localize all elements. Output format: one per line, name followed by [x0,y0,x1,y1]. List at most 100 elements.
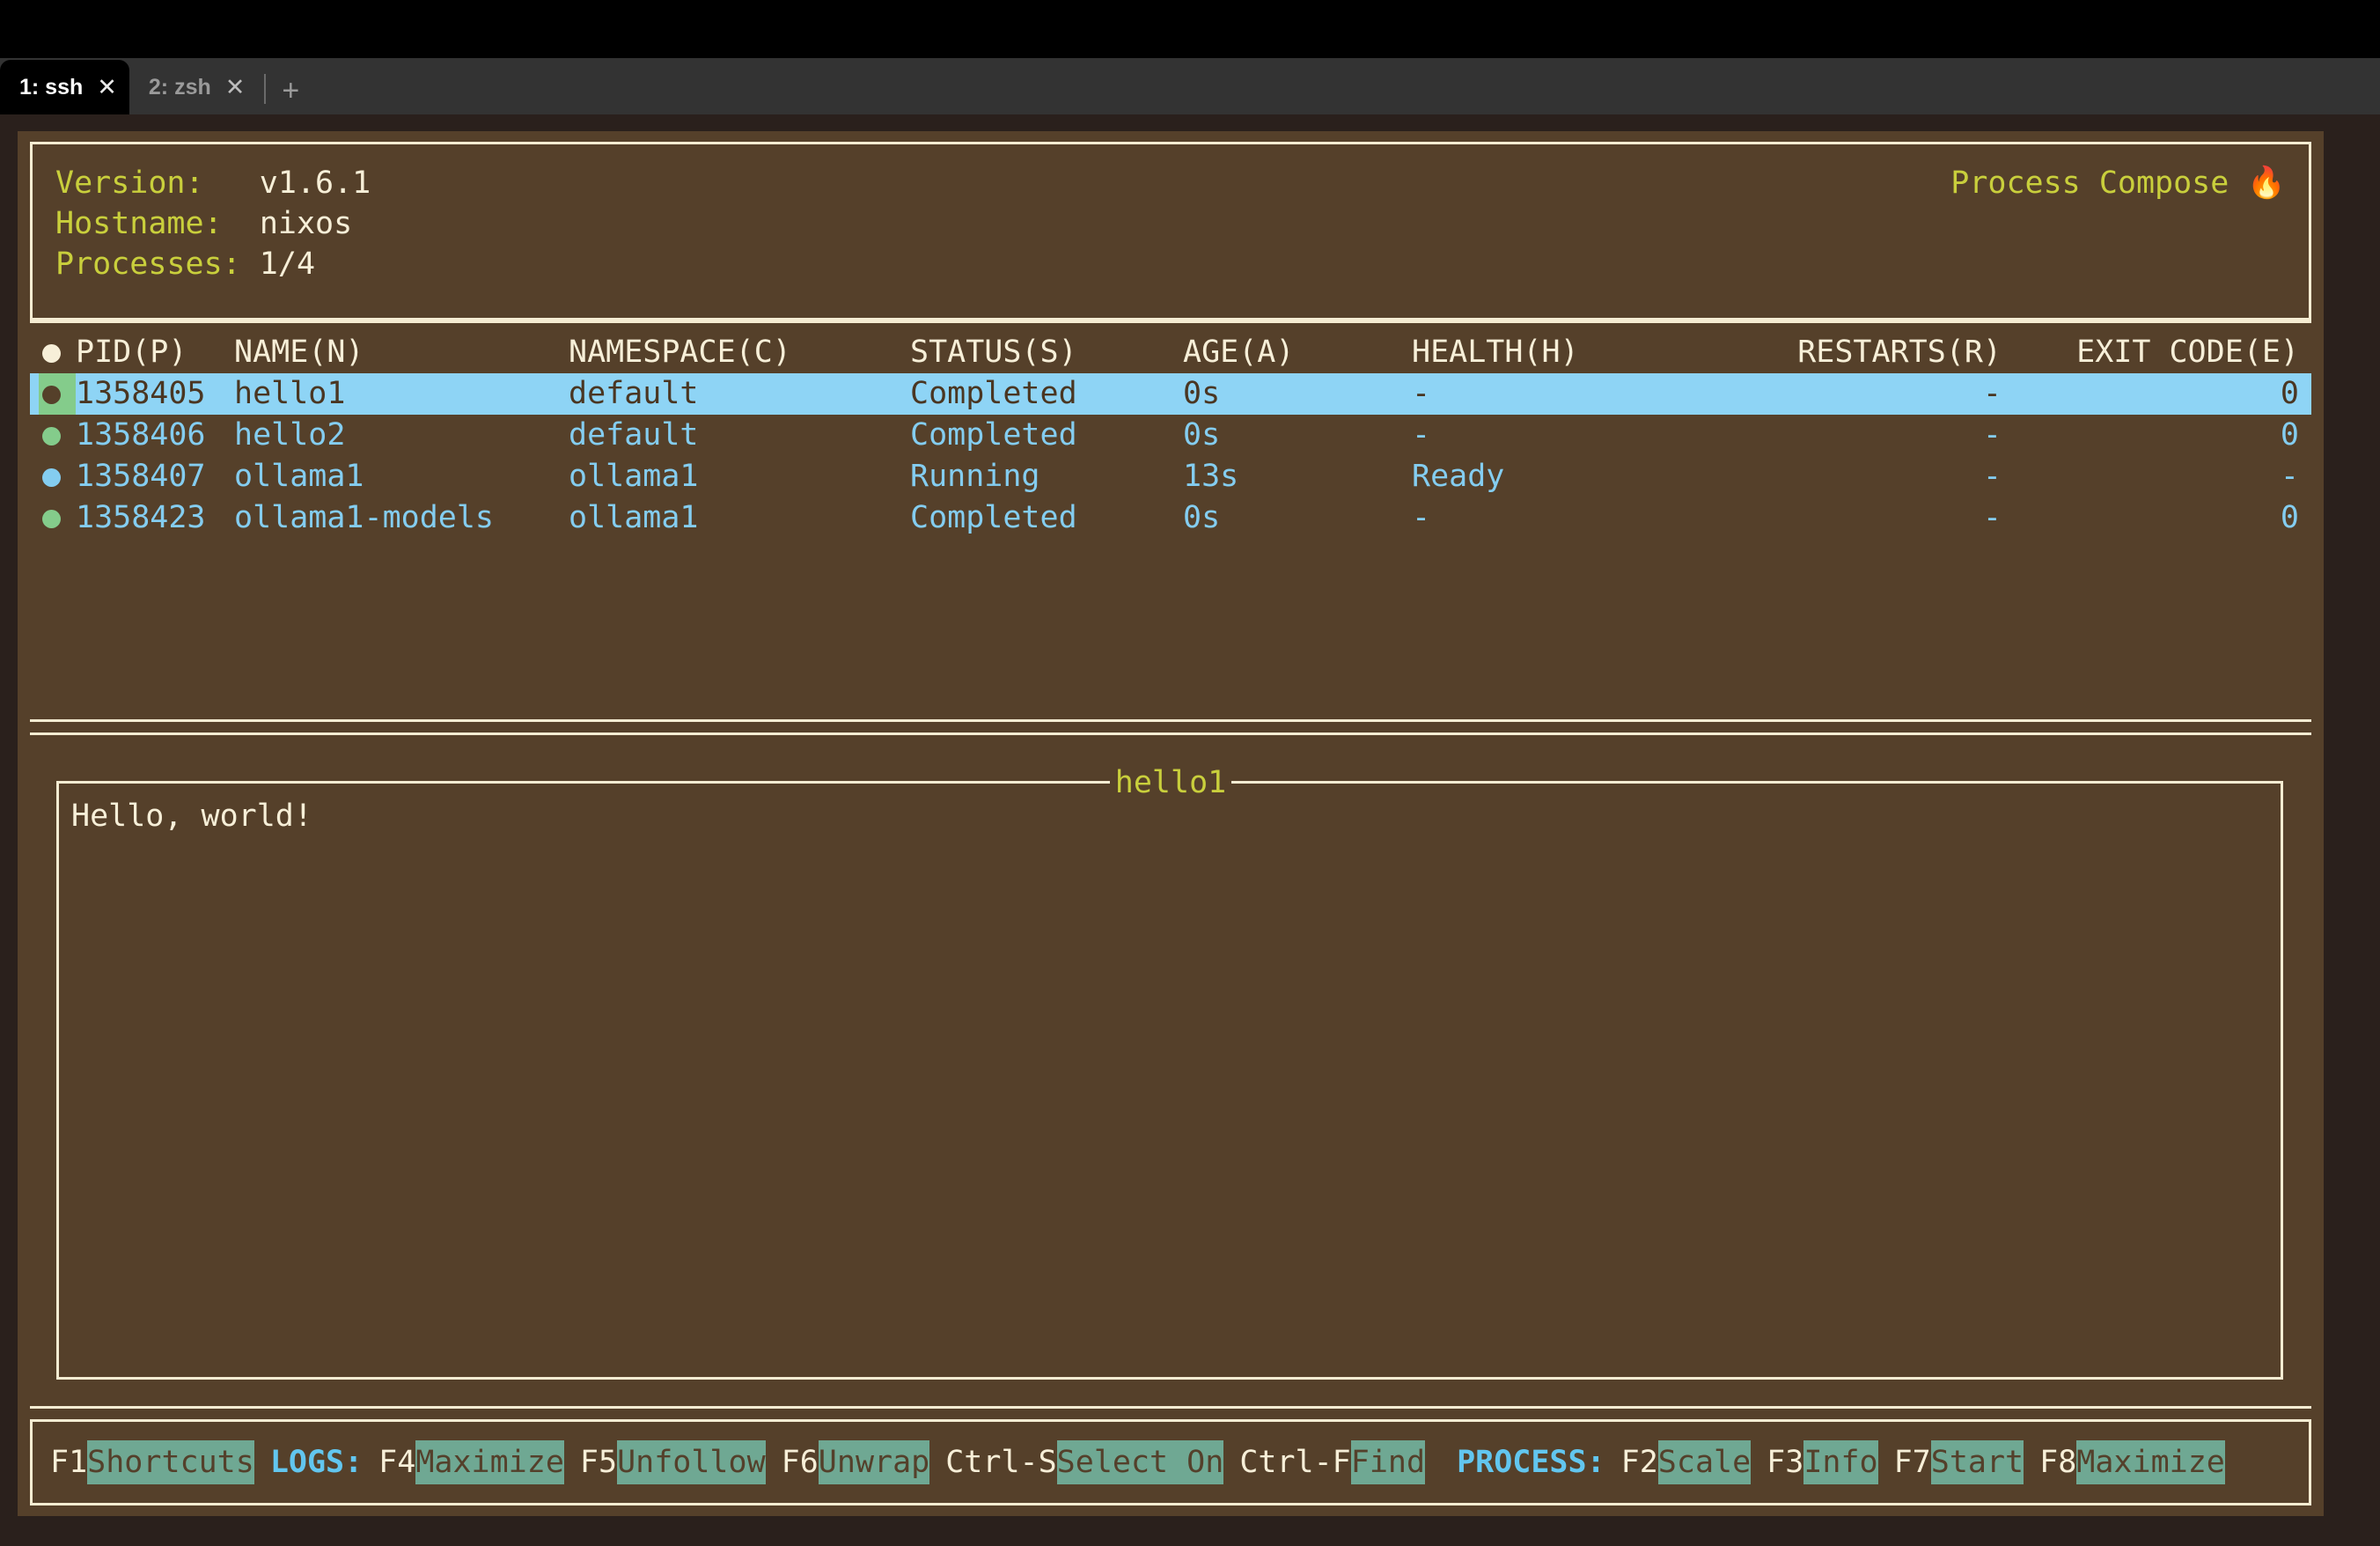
flame-icon: 🔥 [2247,166,2286,201]
shortcut-action: Unwrap [818,1440,930,1484]
shortcut-action: Info [1803,1440,1878,1484]
table-row[interactable]: 1358423 ollama1-models ollama1 Completed… [30,497,2311,539]
cell-restarts: - [1982,417,2002,453]
shortcut-group-process: PROCESS: [1457,1445,1605,1480]
log-line: Hello, world! [71,799,312,834]
shortcut-action: Shortcuts [87,1440,254,1484]
cell-pid: 1358405 [76,376,206,411]
cell-name: hello2 [234,417,346,453]
shortcut-action: Maximize [415,1440,564,1484]
status-dot [39,497,76,550]
shortcut-action: Find [1350,1440,1426,1484]
shortcut-key: F8 [2039,1445,2077,1480]
shortcut-action: Scale [1657,1440,1752,1484]
header-info: Version: v1.6.1 Hostname: nixos Processe… [55,163,371,284]
cell-age: 13s [1183,459,1239,494]
cell-exit-code: 0 [2280,500,2299,535]
cell-pid: 1358423 [76,500,206,535]
shortcut-f4-maximize[interactable]: F4 Maximize [378,1440,564,1484]
tab-strip: 1: ssh ✕ 2: zsh ✕ + [0,58,2380,114]
process-table: PID(P) NAME(N) NAMESPACE(C) STATUS(S) AG… [30,320,2311,722]
shortcut-f3-info[interactable]: F3 Info [1767,1440,1878,1484]
tab-zsh[interactable]: 2: zsh ✕ [129,60,257,114]
title-bar [0,0,2380,58]
cell-name: hello1 [234,376,346,411]
shortcut-action: Maximize [2076,1440,2225,1484]
column-header-exit-code[interactable]: EXIT CODE(E) [2028,332,2299,373]
shortcut-action: Unfollow [617,1440,766,1484]
shortcut-action: Start [1930,1440,2024,1484]
shortcut-key: F6 [781,1445,819,1480]
cell-name: ollama1-models [234,500,495,535]
shortcut-f2-scale[interactable]: F2 Scale [1621,1440,1752,1484]
hostname-value: nixos [259,206,353,241]
tab-separator [264,74,267,104]
new-tab-button[interactable]: + [276,76,312,114]
close-icon[interactable]: ✕ [225,75,246,99]
process-compose-app: Version: v1.6.1 Hostname: nixos Processe… [18,131,2324,1516]
shortcut-list: F1 Shortcuts LOGS: F4 Maximize F5 Unfollow … [50,1422,2225,1503]
table-row[interactable]: 1358406 hello2 default Completed 0s - - … [30,415,2311,456]
shortcut-f7-start[interactable]: F7 Start [1894,1440,2024,1484]
tui-surface: Version: v1.6.1 Hostname: nixos Processe… [0,114,2380,1546]
cell-pid: 1358406 [76,417,206,453]
version-value: v1.6.1 [259,166,371,201]
shortcut-f8-maximize[interactable]: F8 Maximize [2039,1440,2225,1484]
tab-ssh[interactable]: 1: ssh ✕ [0,60,129,114]
cell-restarts: - [1982,376,2002,411]
process-table-body: PID(P) NAME(N) NAMESPACE(C) STATUS(S) AG… [30,323,2311,539]
cell-age: 0s [1183,417,1221,453]
cell-restarts: - [1982,459,2002,494]
column-header-restarts[interactable]: RESTARTS(R) [1702,332,2002,373]
cell-exit-code: 0 [2280,376,2299,411]
app-title-text: Process Compose [1950,166,2229,201]
tab-ssh-label: 1: ssh [19,74,84,99]
shortcut-group-logs: LOGS: [269,1445,364,1480]
cell-namespace: ollama1 [569,459,699,494]
shortcut-ctrl-f-find[interactable]: Ctrl-F Find [1239,1440,1426,1484]
hostname-label: Hostname: [55,206,223,241]
terminal-window: 1: ssh ✕ 2: zsh ✕ + Version: v1.6.1 Host… [0,0,2380,1546]
shortcut-f5-unfollow[interactable]: F5 Unfollow [580,1440,766,1484]
cell-status: Completed [910,376,1077,411]
shortcut-key: F5 [579,1445,618,1480]
close-icon[interactable]: ✕ [97,75,117,99]
shortcut-key: F4 [378,1445,416,1480]
cell-age: 0s [1183,500,1221,535]
cell-exit-code: 0 [2280,417,2299,453]
column-header-name[interactable]: NAME(N) [234,332,560,373]
shortcut-f1-shortcuts[interactable]: F1 Shortcuts [50,1440,254,1484]
processes-value: 1/4 [259,247,316,282]
app-title: Process Compose 🔥 [1950,163,2286,203]
shortcut-key: F1 [50,1445,88,1480]
shortcut-bar: F1 Shortcuts LOGS: F4 Maximize F5 Unfollow … [30,1419,2311,1506]
log-panel: hello1 Hello, world! [30,733,2311,1409]
cell-status: Completed [910,417,1077,453]
shortcut-key: Ctrl-F [1239,1445,1351,1480]
shortcut-f6-unwrap[interactable]: F6 Unwrap [782,1440,930,1484]
cell-namespace: ollama1 [569,500,699,535]
column-header-status[interactable]: STATUS(S) [910,332,1174,373]
processes-label: Processes: [55,247,241,282]
cell-pid: 1358407 [76,459,206,494]
shortcut-key: Ctrl-S [945,1445,1057,1480]
cell-age: 0s [1183,376,1221,411]
shortcut-key: F7 [1893,1445,1931,1480]
table-header-row: PID(P) NAME(N) NAMESPACE(C) STATUS(S) AG… [30,332,2311,373]
shortcut-key: F3 [1767,1445,1804,1480]
tab-zsh-label: 2: zsh [148,74,211,99]
cell-namespace: default [569,417,699,453]
cell-name: ollama1 [234,459,364,494]
table-row[interactable]: 1358407 ollama1 ollama1 Running 13s Read… [30,456,2311,497]
log-output[interactable]: Hello, world! [56,781,2283,1380]
cell-status: Running [910,459,1040,494]
table-row[interactable]: 1358405 hello1 default Completed 0s - - … [30,373,2311,415]
shortcut-ctrl-s-select-on[interactable]: Ctrl-S Select On [945,1440,1224,1484]
column-header-age[interactable]: AGE(A) [1183,332,1385,373]
cell-restarts: - [1982,500,2002,535]
version-label: Version: [55,166,204,201]
column-header-pid[interactable]: PID(P) [76,332,225,373]
cell-namespace: default [569,376,699,411]
cell-status: Completed [910,500,1077,535]
column-header-namespace[interactable]: NAMESPACE(C) [569,332,868,373]
